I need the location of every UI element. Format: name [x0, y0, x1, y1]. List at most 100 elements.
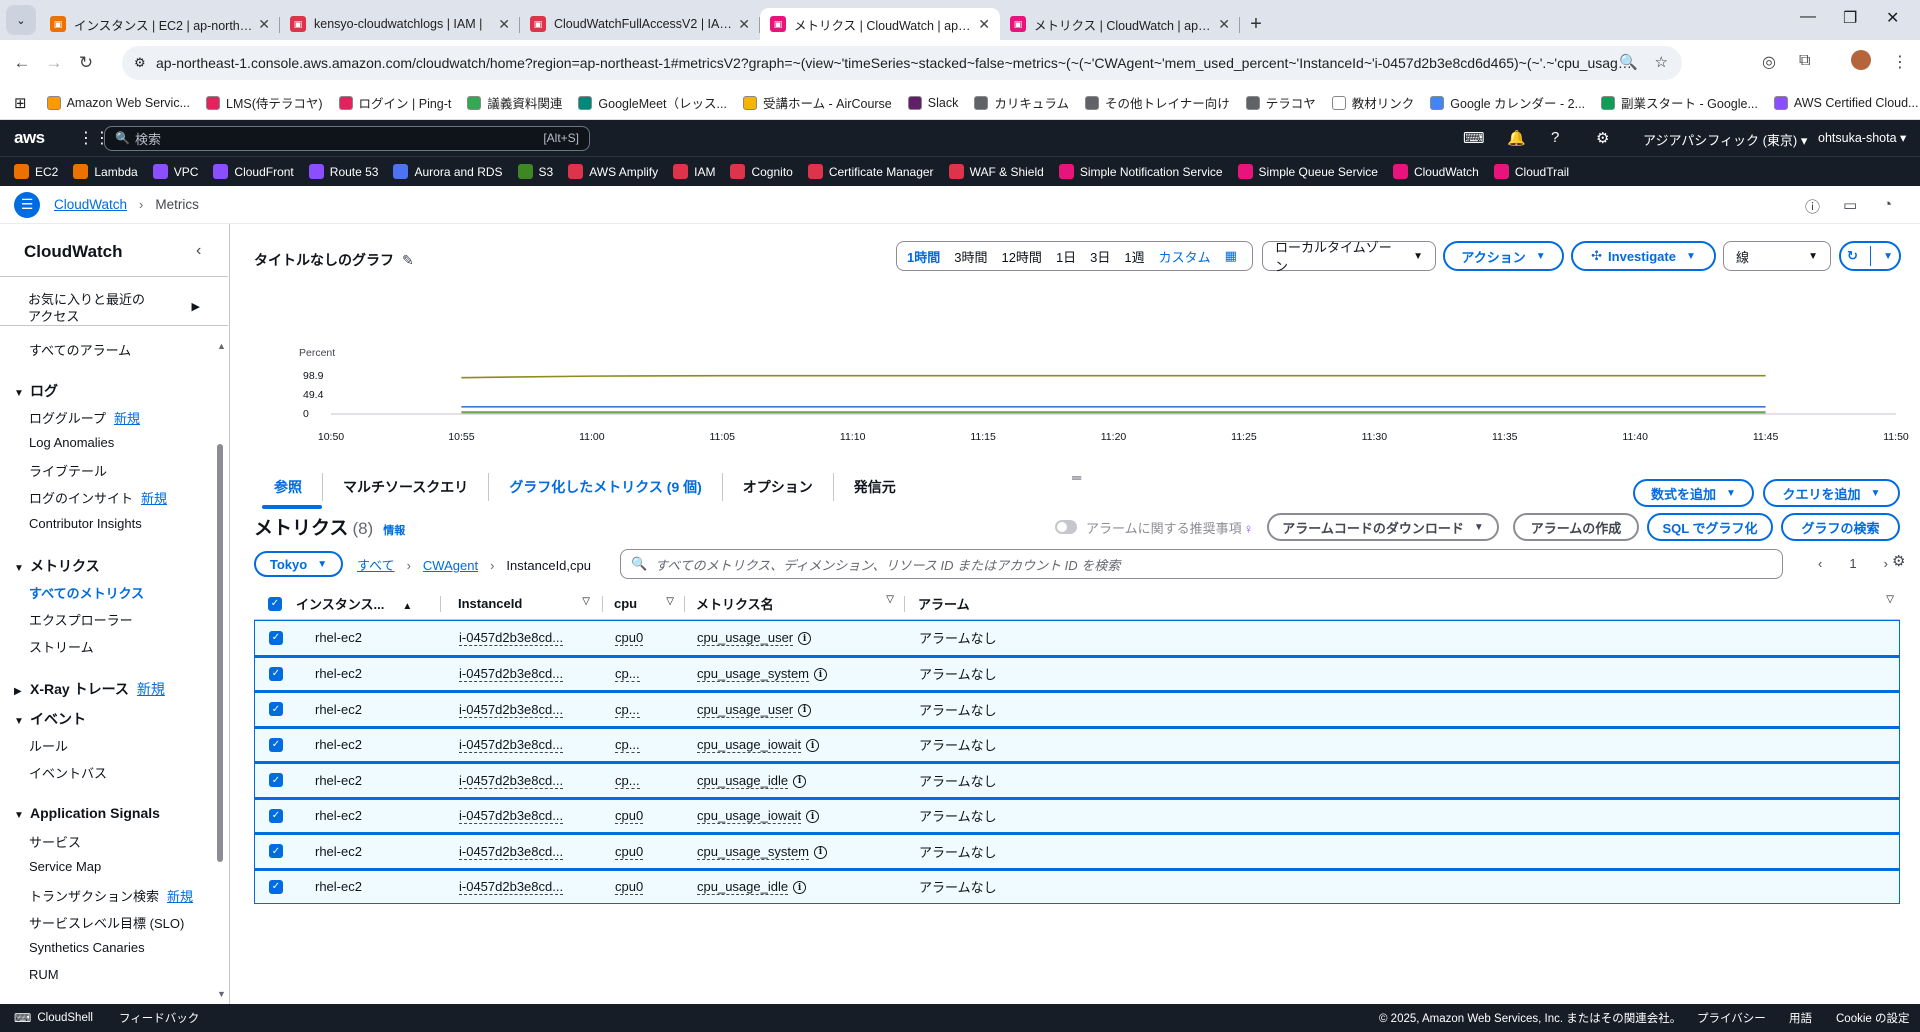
sidebar-section-xray[interactable]: ▶ X-Ray トレース 新規	[14, 679, 165, 699]
sidebar-item-slo[interactable]: サービスレベル目標 (SLO)	[29, 913, 184, 932]
favorite-service-link[interactable]: WAF & Shield	[948, 164, 1044, 179]
favorite-service-link[interactable]: S3	[517, 164, 553, 179]
browser-tab[interactable]: ▣ メトリクス | CloudWatch | ap-nort ✕	[1000, 8, 1240, 40]
back-icon[interactable]: ←	[6, 53, 38, 73]
cell-instance-id[interactable]: i-0457d2b3e8cd...	[441, 666, 603, 683]
favorite-service-link[interactable]: Route 53	[308, 164, 378, 179]
minimize-icon[interactable]: —	[1800, 8, 1816, 26]
tab-browse[interactable]: 参照	[254, 473, 323, 509]
site-info-icon[interactable]: ⚙	[134, 55, 146, 71]
refresh-settings-icon[interactable]: ◔	[1883, 196, 1892, 213]
row-checkbox[interactable]: ✓	[269, 702, 283, 717]
folder-icon[interactable]: ▭	[1843, 196, 1857, 214]
cell-metric-name[interactable]: cpu_usage_system i	[685, 666, 905, 683]
add-math-button[interactable]: 数式を追加 ▼	[1633, 479, 1754, 507]
investigate-dropdown[interactable]: ✣ Investigate ▼	[1571, 241, 1716, 271]
info-icon[interactable]: i	[798, 632, 812, 646]
side-nav-toggle-icon[interactable]: ☰	[14, 191, 40, 218]
favorite-service-link[interactable]: AWS Amplify	[568, 164, 658, 179]
browser-tab[interactable]: ▣ インスタンス | EC2 | ap-northeast- ✕	[40, 8, 280, 40]
bookmark-item[interactable]: その他トレイナー向け	[1084, 93, 1230, 112]
close-window-icon[interactable]: ✕	[1886, 8, 1899, 28]
help-icon[interactable]: ?	[1551, 129, 1559, 146]
collapse-sidebar-icon[interactable]: ‹	[196, 242, 201, 260]
cloudshell-icon[interactable]: ⌨	[1463, 129, 1485, 147]
close-tab-icon[interactable]: ✕	[1218, 16, 1230, 33]
new-badge[interactable]: 新規	[167, 889, 193, 904]
screenshot-icon[interactable]: ◎	[1762, 52, 1776, 72]
info-icon[interactable]: i	[793, 881, 807, 895]
sidebar-item-all-metrics[interactable]: すべてのメトリクス	[29, 583, 144, 602]
cloudshell-link[interactable]: CloudShell	[37, 1012, 93, 1024]
tab-search-button[interactable]: ⌄	[6, 5, 36, 35]
table-row[interactable]: ✓ rhel-ec2 i-0457d2b3e8cd... cpu0 cpu_usage_…	[254, 833, 1900, 869]
info-icon[interactable]: i	[814, 668, 828, 682]
sidebar-item-log-groups[interactable]: ロググループ 新規	[29, 408, 140, 427]
cell-instance-id[interactable]: i-0457d2b3e8cd...	[441, 701, 603, 718]
table-row[interactable]: ✓ rhel-ec2 i-0457d2b3e8cd... cpu0 cpu_usage_…	[254, 797, 1900, 833]
refresh-icon[interactable]: ↻	[1847, 248, 1858, 264]
sidebar-scrollbar[interactable]	[217, 444, 223, 862]
favorite-service-link[interactable]: CloudTrail	[1493, 164, 1569, 179]
timezone-dropdown[interactable]: ローカルタイムゾーン ▼	[1262, 240, 1436, 274]
close-tab-icon[interactable]: ✕	[258, 16, 270, 33]
info-icon[interactable]: i	[806, 810, 820, 824]
info-icon[interactable]: i	[793, 774, 807, 788]
sidebar-item-synthetics-canaries[interactable]: Synthetics Canaries	[29, 940, 145, 955]
sidebar-section-events[interactable]: ▼ イベント	[14, 709, 86, 729]
close-tab-icon[interactable]: ✕	[738, 16, 750, 33]
new-badge[interactable]: 新規	[137, 681, 165, 697]
bookmark-item[interactable]: テラコヤ	[1245, 93, 1316, 112]
close-tab-icon[interactable]: ✕	[498, 16, 510, 33]
chrome-menu-icon[interactable]: ⋮	[1892, 52, 1908, 72]
profile-avatar[interactable]	[1851, 50, 1871, 70]
scroll-up-icon[interactable]: ▲	[217, 341, 226, 351]
favorite-service-link[interactable]: CloudFront	[213, 164, 294, 179]
filter-caret-icon[interactable]: ▽	[886, 594, 894, 605]
info-icon[interactable]: i	[798, 703, 812, 717]
favorites-recent-section[interactable]: お気に入りと最近の アクセス ▶	[0, 276, 228, 326]
bookmark-item[interactable]: 議義資料関連	[467, 93, 562, 112]
favorite-service-link[interactable]: CloudWatch	[1392, 164, 1479, 179]
favorite-service-link[interactable]: Simple Queue Service	[1237, 164, 1378, 179]
favorite-service-link[interactable]: VPC	[152, 164, 198, 179]
filter-caret-icon[interactable]: ▽	[1886, 594, 1894, 605]
bookmark-item[interactable]: 教材リンク	[1331, 93, 1414, 112]
actions-dropdown[interactable]: アクション ▼	[1443, 241, 1564, 271]
sidebar-item-service-map[interactable]: Service Map	[29, 859, 101, 874]
cell-instance-id[interactable]: i-0457d2b3e8cd...	[441, 879, 603, 896]
restore-icon[interactable]: ❐	[1843, 8, 1857, 28]
row-checkbox[interactable]: ✓	[269, 808, 283, 823]
bookmark-star-icon[interactable]: ☆	[1655, 53, 1668, 71]
time-range-3h[interactable]: 3時間	[954, 247, 987, 266]
breadcrumb-all[interactable]: すべて	[357, 558, 395, 573]
sidebar-item-log-anomalies[interactable]: Log Anomalies	[29, 435, 114, 450]
tab-source[interactable]: 発信元	[834, 473, 916, 501]
time-range-custom[interactable]: カスタム	[1159, 247, 1211, 266]
favorite-service-link[interactable]: IAM	[673, 164, 715, 179]
cell-instance-id[interactable]: i-0457d2b3e8cd...	[441, 808, 603, 825]
cell-instance-id[interactable]: i-0457d2b3e8cd...	[441, 772, 603, 789]
sidebar-item-all-alarms[interactable]: すべてのアラーム	[29, 340, 131, 359]
cell-cpu[interactable]: cp...	[603, 737, 685, 754]
chart-type-dropdown[interactable]: 線 ▼	[1723, 241, 1831, 271]
bookmark-item[interactable]: Amazon Web Servic...	[46, 93, 190, 112]
breadcrumb-cloudwatch[interactable]: CloudWatch	[54, 197, 127, 212]
resize-handle-icon[interactable]: ═	[1072, 470, 1081, 485]
tab-graphed-metrics[interactable]: グラフ化したメトリクス (9 個)	[489, 473, 723, 501]
sidebar-item-transaction-search[interactable]: トランザクション検索 新規	[29, 886, 193, 905]
account-menu[interactable]: ohtsuka-shota ▾	[1818, 130, 1906, 145]
cell-cpu[interactable]: cp...	[603, 701, 685, 718]
cell-cpu[interactable]: cp...	[603, 772, 685, 789]
cell-metric-name[interactable]: cpu_usage_user i	[685, 630, 905, 647]
filter-caret-icon[interactable]: ▽	[582, 596, 590, 607]
cell-instance-id[interactable]: i-0457d2b3e8cd...	[441, 843, 603, 860]
col-metric-name[interactable]: メトリクス名 ▽	[684, 594, 904, 613]
time-range-12h[interactable]: 12時間	[1001, 247, 1041, 266]
favorite-service-link[interactable]: Lambda	[73, 164, 138, 179]
info-link[interactable]: 情報	[383, 525, 405, 537]
feedback-link[interactable]: フィードバック	[119, 1010, 199, 1026]
row-checkbox[interactable]: ✓	[269, 737, 283, 752]
col-instance-id[interactable]: InstanceId ▽	[440, 596, 602, 611]
cell-metric-name[interactable]: cpu_usage_user i	[685, 701, 905, 718]
